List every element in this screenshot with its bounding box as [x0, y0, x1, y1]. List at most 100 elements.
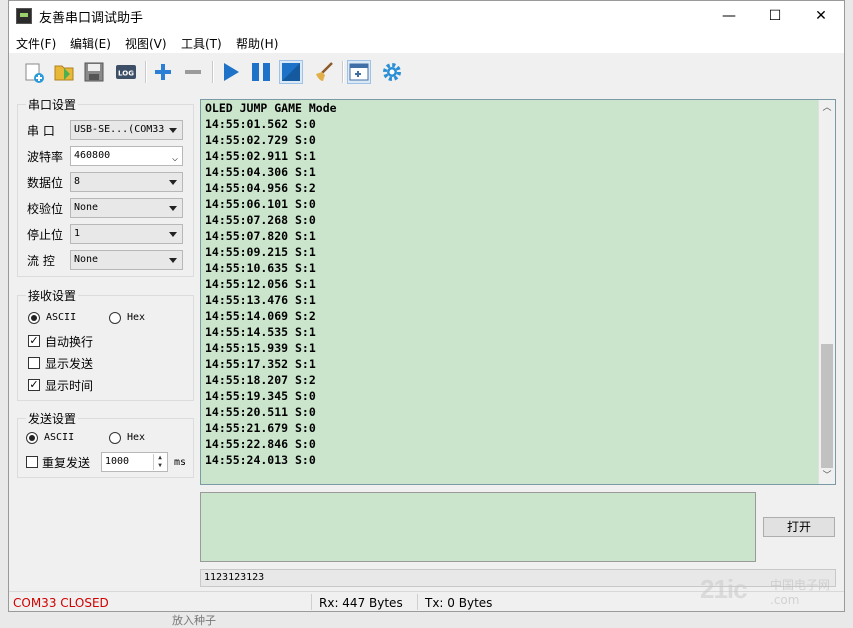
rx-hex-radio[interactable]: [109, 312, 121, 324]
log-line: 14:55:21.679 S:0: [205, 421, 316, 435]
interval-unit: ms: [174, 457, 187, 468]
menu-bar: 文件(F) 编辑(E) 视图(V) 工具(T) 帮助(H): [9, 31, 844, 53]
svg-text:LOG: LOG: [118, 70, 134, 78]
tx-hex-label: Hex: [127, 432, 146, 443]
stop-icon[interactable]: [279, 60, 303, 84]
show-send-label: 显示发送: [45, 357, 94, 371]
window-icon[interactable]: [347, 60, 371, 84]
log-line: 14:55:15.939 S:1: [205, 341, 316, 355]
receive-settings-group: 接收设置: [17, 287, 194, 401]
show-time-checkbox[interactable]: ✓: [28, 379, 40, 391]
log-line: 14:55:24.013 S:0: [205, 453, 316, 467]
dropdown-arrow-icon: [169, 128, 177, 133]
app-icon: [16, 8, 32, 24]
pause-icon[interactable]: [249, 60, 273, 84]
rx-count: Rx: 447 Bytes: [319, 596, 403, 610]
open-icon[interactable]: [52, 60, 76, 84]
baud-label: 波特率: [27, 150, 64, 164]
port-status: COM33 CLOSED: [13, 596, 109, 610]
log-line: 14:55:04.956 S:2: [205, 181, 316, 195]
dropdown-arrow-icon: [169, 180, 177, 185]
log-line: 14:55:14.535 S:1: [205, 325, 316, 339]
log-line: 14:55:13.476 S:1: [205, 293, 316, 307]
remove-icon[interactable]: [181, 60, 205, 84]
menu-view[interactable]: 视图(V): [125, 35, 167, 52]
log-line: 14:55:22.846 S:0: [205, 437, 316, 451]
menu-help[interactable]: 帮助(H): [236, 35, 278, 52]
tx-hex-radio[interactable]: [109, 432, 121, 444]
menu-file[interactable]: 文件(F): [16, 35, 56, 52]
watermark-logo: 21ic: [700, 574, 748, 604]
add-icon[interactable]: [151, 60, 175, 84]
log-line: 14:55:02.729 S:0: [205, 133, 316, 147]
menu-edit[interactable]: 编辑(E): [70, 35, 111, 52]
watermark-text: 中国电子网 .com: [770, 578, 831, 607]
repeat-send-checkbox[interactable]: [26, 456, 38, 468]
log-line: 14:55:17.352 S:1: [205, 357, 316, 371]
log-line: 14:55:04.306 S:1: [205, 165, 316, 179]
dropdown-arrow-icon: [169, 258, 177, 263]
title-bar: 友善串口调试助手 — ☐ ✕: [9, 1, 844, 31]
receive-log: OLED JUMP GAME Mode 14:55:01.562 S:0 14:55…: [205, 100, 337, 468]
log-line: 14:55:18.207 S:2: [205, 373, 316, 387]
tx-ascii-radio[interactable]: [26, 432, 38, 444]
spin-arrows-icon[interactable]: ▲ ▼: [153, 454, 166, 470]
stopbits-select[interactable]: 1: [70, 224, 183, 244]
play-icon[interactable]: [219, 60, 243, 84]
log-line: 14:55:19.345 S:0: [205, 389, 316, 403]
clear-icon[interactable]: [312, 60, 336, 84]
rx-ascii-label: ASCII: [46, 312, 77, 323]
minimize-button[interactable]: —: [706, 1, 752, 31]
vertical-scrollbar[interactable]: ︿ ﹀: [818, 100, 835, 484]
new-icon[interactable]: [22, 60, 46, 84]
auto-wrap-checkbox[interactable]: ✓: [28, 335, 40, 347]
parity-select[interactable]: None: [70, 198, 183, 218]
auto-wrap-label: 自动换行: [45, 335, 94, 349]
log-line: OLED JUMP GAME Mode: [205, 101, 337, 115]
tx-count: Tx: 0 Bytes: [425, 596, 493, 610]
log-line: 14:55:02.911 S:1: [205, 149, 316, 163]
menu-tools[interactable]: 工具(T): [181, 35, 222, 52]
databits-label: 数据位: [27, 176, 64, 190]
group-title: 接收设置: [26, 287, 79, 304]
toolbar-separator: [145, 61, 147, 83]
toolbar: LOG: [9, 55, 844, 89]
interval-stepper[interactable]: 1000 ▲ ▼: [101, 452, 168, 472]
maximize-button[interactable]: ☐: [752, 1, 798, 31]
show-send-checkbox[interactable]: [28, 357, 40, 369]
chevron-down-icon: ⌵: [171, 153, 178, 164]
parity-label: 校验位: [27, 202, 64, 216]
log-line: 14:55:07.820 S:1: [205, 229, 316, 243]
stopbits-label: 停止位: [27, 228, 64, 242]
send-textarea[interactable]: [200, 492, 756, 562]
window-title: 友善串口调试助手: [39, 11, 144, 26]
log-icon[interactable]: LOG: [114, 60, 138, 84]
log-line: 14:55:12.056 S:1: [205, 277, 316, 291]
baud-select[interactable]: 460800 ⌵: [70, 146, 183, 166]
log-line: 14:55:10.635 S:1: [205, 261, 316, 275]
dropdown-arrow-icon: [169, 206, 177, 211]
receive-textarea[interactable]: OLED JUMP GAME Mode 14:55:01.562 S:0 14:55…: [200, 99, 836, 485]
status-separator: [311, 594, 312, 610]
port-label: 串 口: [27, 124, 55, 138]
group-title: 发送设置: [26, 410, 79, 427]
settings-icon[interactable]: [380, 60, 404, 84]
flow-select[interactable]: None: [70, 250, 183, 270]
port-select[interactable]: USB-SE...(COM33: [70, 120, 183, 140]
scroll-up-icon[interactable]: ︿: [819, 100, 835, 116]
databits-select[interactable]: 8: [70, 172, 183, 192]
tx-ascii-label: ASCII: [44, 432, 75, 443]
close-button[interactable]: ✕: [798, 1, 844, 31]
open-button[interactable]: 打开: [763, 517, 835, 537]
dropdown-arrow-icon: [169, 232, 177, 237]
rx-ascii-radio[interactable]: [28, 312, 40, 324]
scroll-thumb[interactable]: [821, 344, 833, 468]
repeat-send-label: 重复发送: [42, 456, 91, 470]
log-line: 14:55:20.511 S:0: [205, 405, 316, 419]
save-icon[interactable]: [82, 60, 106, 84]
log-line: 14:55:07.268 S:0: [205, 213, 316, 227]
group-title: 串口设置: [26, 96, 79, 113]
log-line: 14:55:06.101 S:0: [205, 197, 316, 211]
rx-hex-label: Hex: [127, 312, 146, 323]
scroll-down-icon[interactable]: ﹀: [819, 468, 835, 484]
